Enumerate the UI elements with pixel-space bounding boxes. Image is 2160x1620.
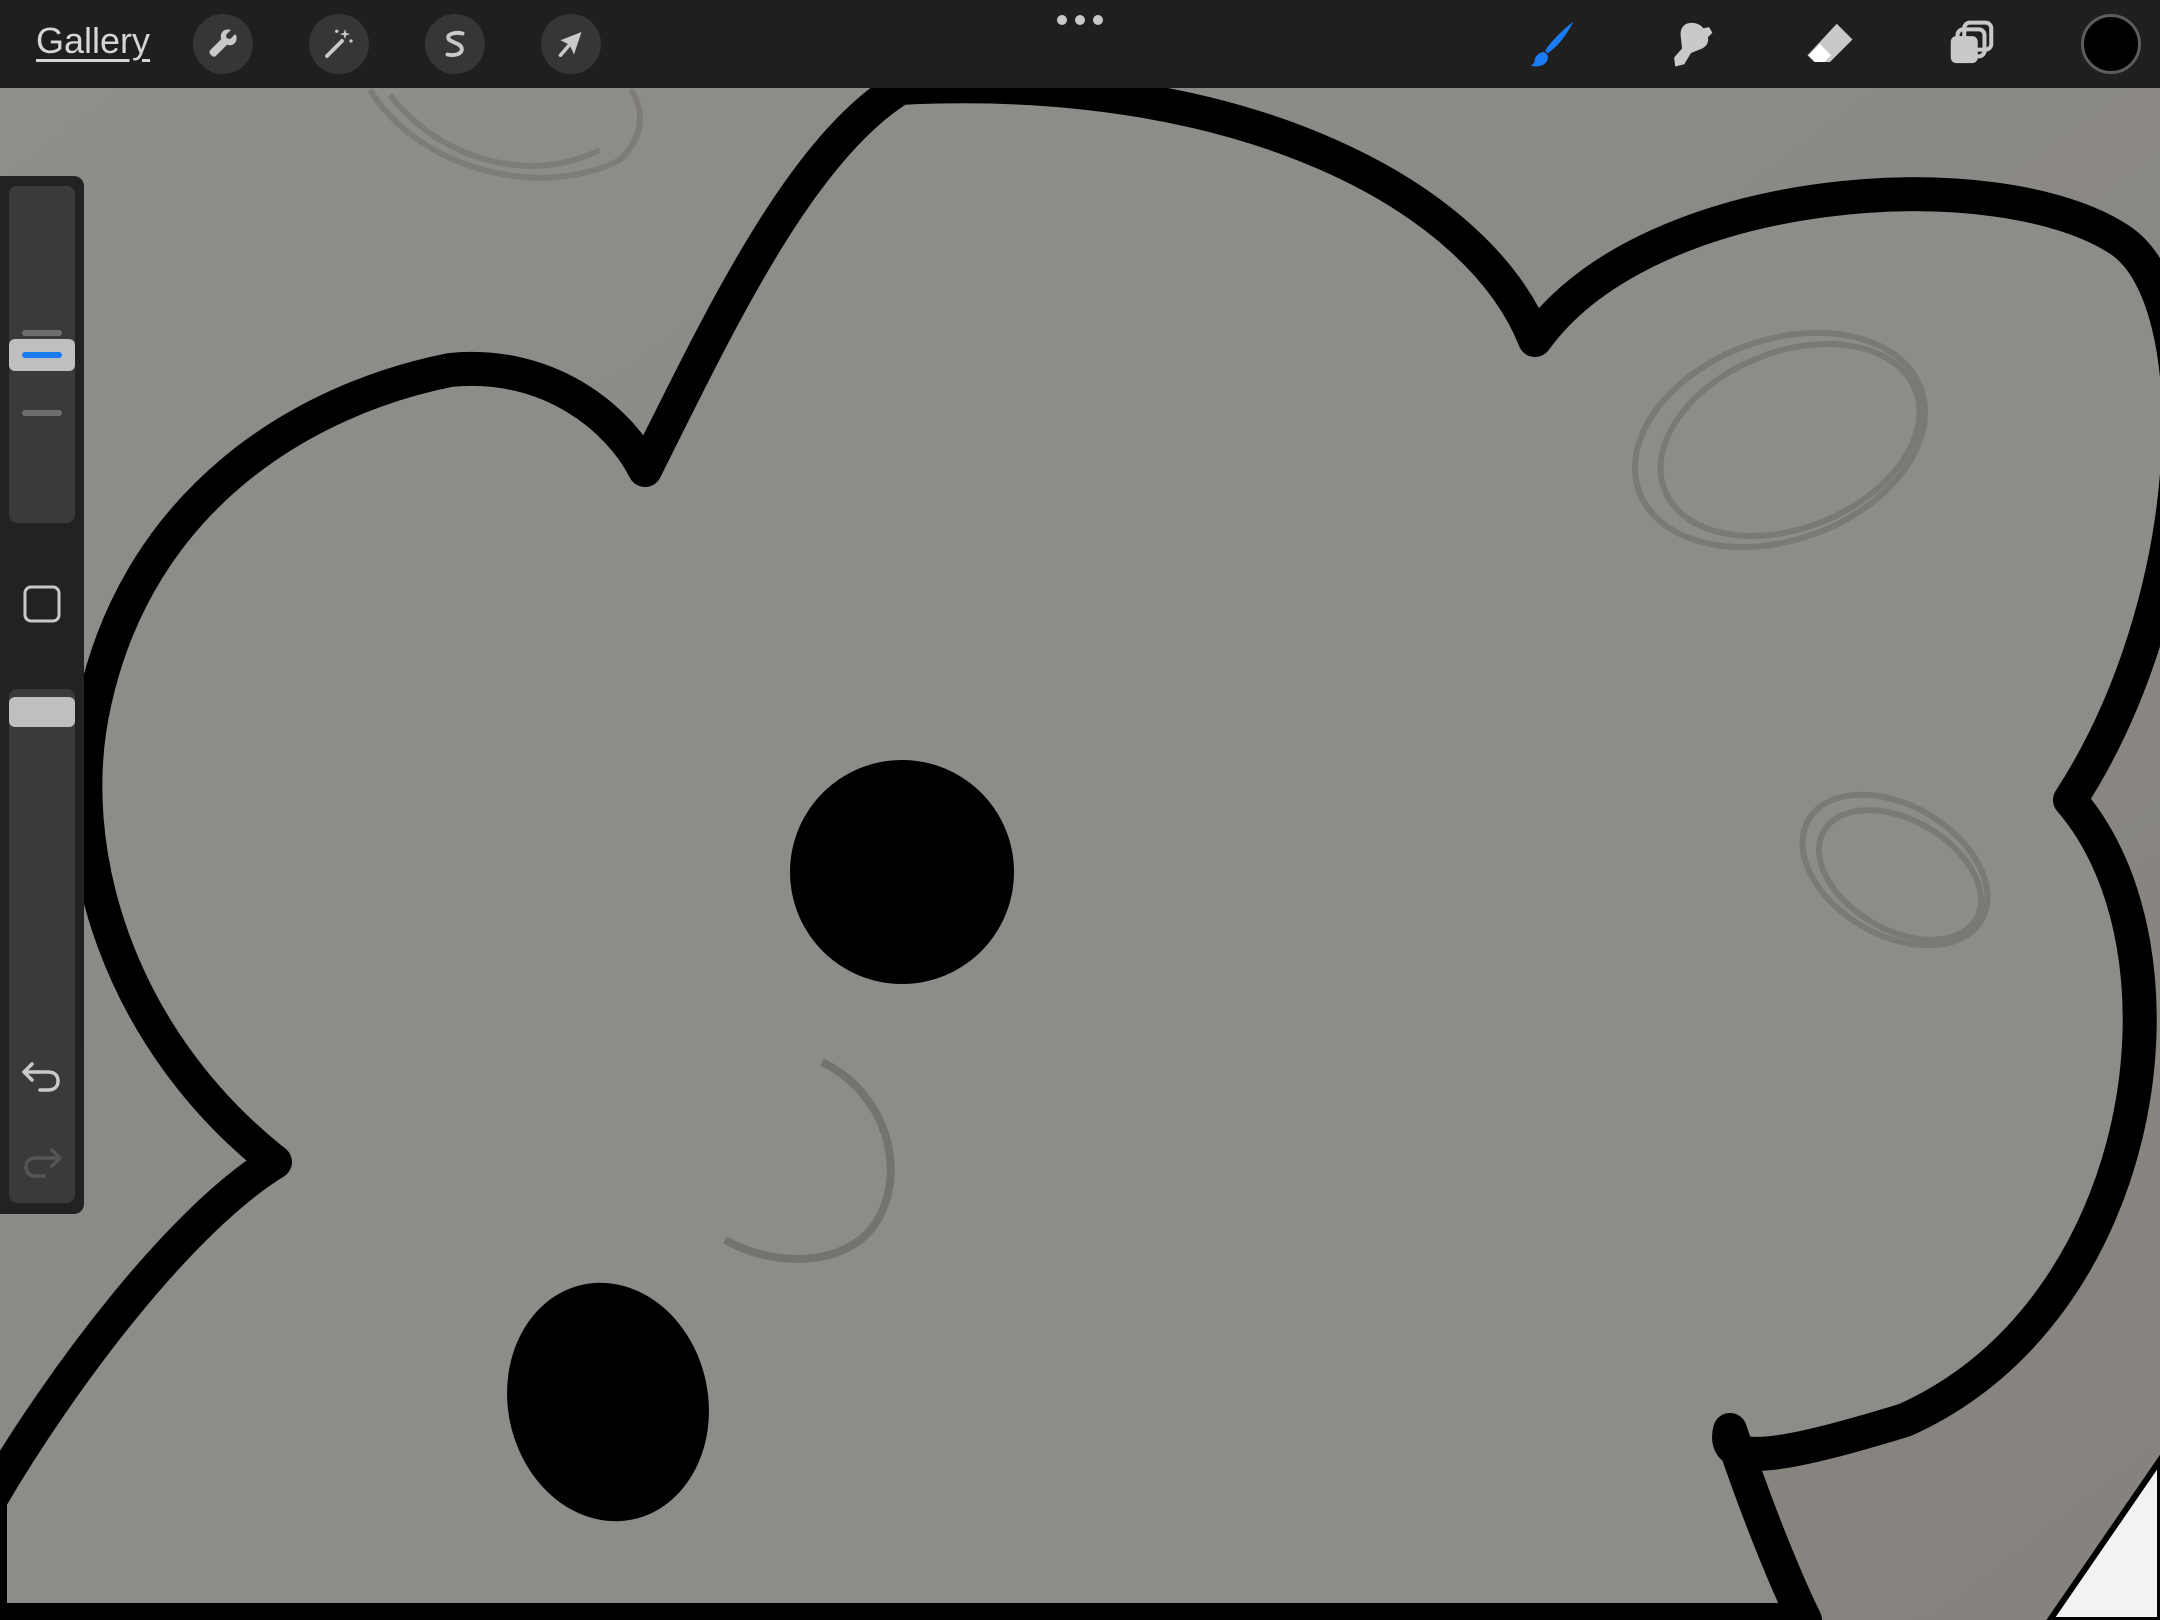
selection-s-icon — [445, 30, 465, 57]
brush-size-handle[interactable] — [9, 338, 75, 371]
layers-icon — [1950, 20, 1994, 64]
size-tick — [22, 410, 62, 416]
eraser-icon — [1807, 23, 1853, 62]
brush-opacity-slider[interactable] — [9, 689, 75, 1203]
layers-button[interactable] — [1941, 14, 2001, 74]
wrench-icon — [209, 29, 237, 57]
size-tick — [22, 330, 62, 336]
square-icon[interactable] — [22, 584, 62, 624]
eraser-tool-button[interactable] — [1800, 14, 1860, 74]
ellipsis-icon[interactable] — [1056, 12, 1104, 28]
brush-size-slider[interactable] — [9, 186, 75, 523]
undo-arrow-icon[interactable] — [20, 1056, 64, 1096]
drawing-canvas[interactable] — [0, 0, 2160, 1620]
brush-tool-button[interactable] — [1523, 14, 1583, 74]
adjustments-button[interactable] — [309, 14, 369, 74]
color-picker-button[interactable] — [2081, 14, 2141, 74]
top-toolbar: Gallery — [0, 0, 2160, 88]
brush-icon — [1530, 21, 1574, 67]
redo-arrow-icon[interactable] — [20, 1142, 64, 1182]
smudge-tool-button[interactable] — [1661, 14, 1721, 74]
cloud-eye-upper — [790, 760, 1014, 984]
arrow-cursor-icon — [558, 32, 582, 58]
left-sidebar — [0, 176, 84, 1214]
smudge-icon — [1674, 22, 1713, 67]
magic-wand-icon — [325, 29, 353, 58]
actions-button[interactable] — [193, 14, 253, 74]
gallery-button[interactable]: Gallery — [36, 20, 150, 62]
transform-button[interactable] — [541, 14, 601, 74]
selection-button[interactable] — [425, 14, 485, 74]
brush-opacity-handle[interactable] — [9, 697, 75, 727]
